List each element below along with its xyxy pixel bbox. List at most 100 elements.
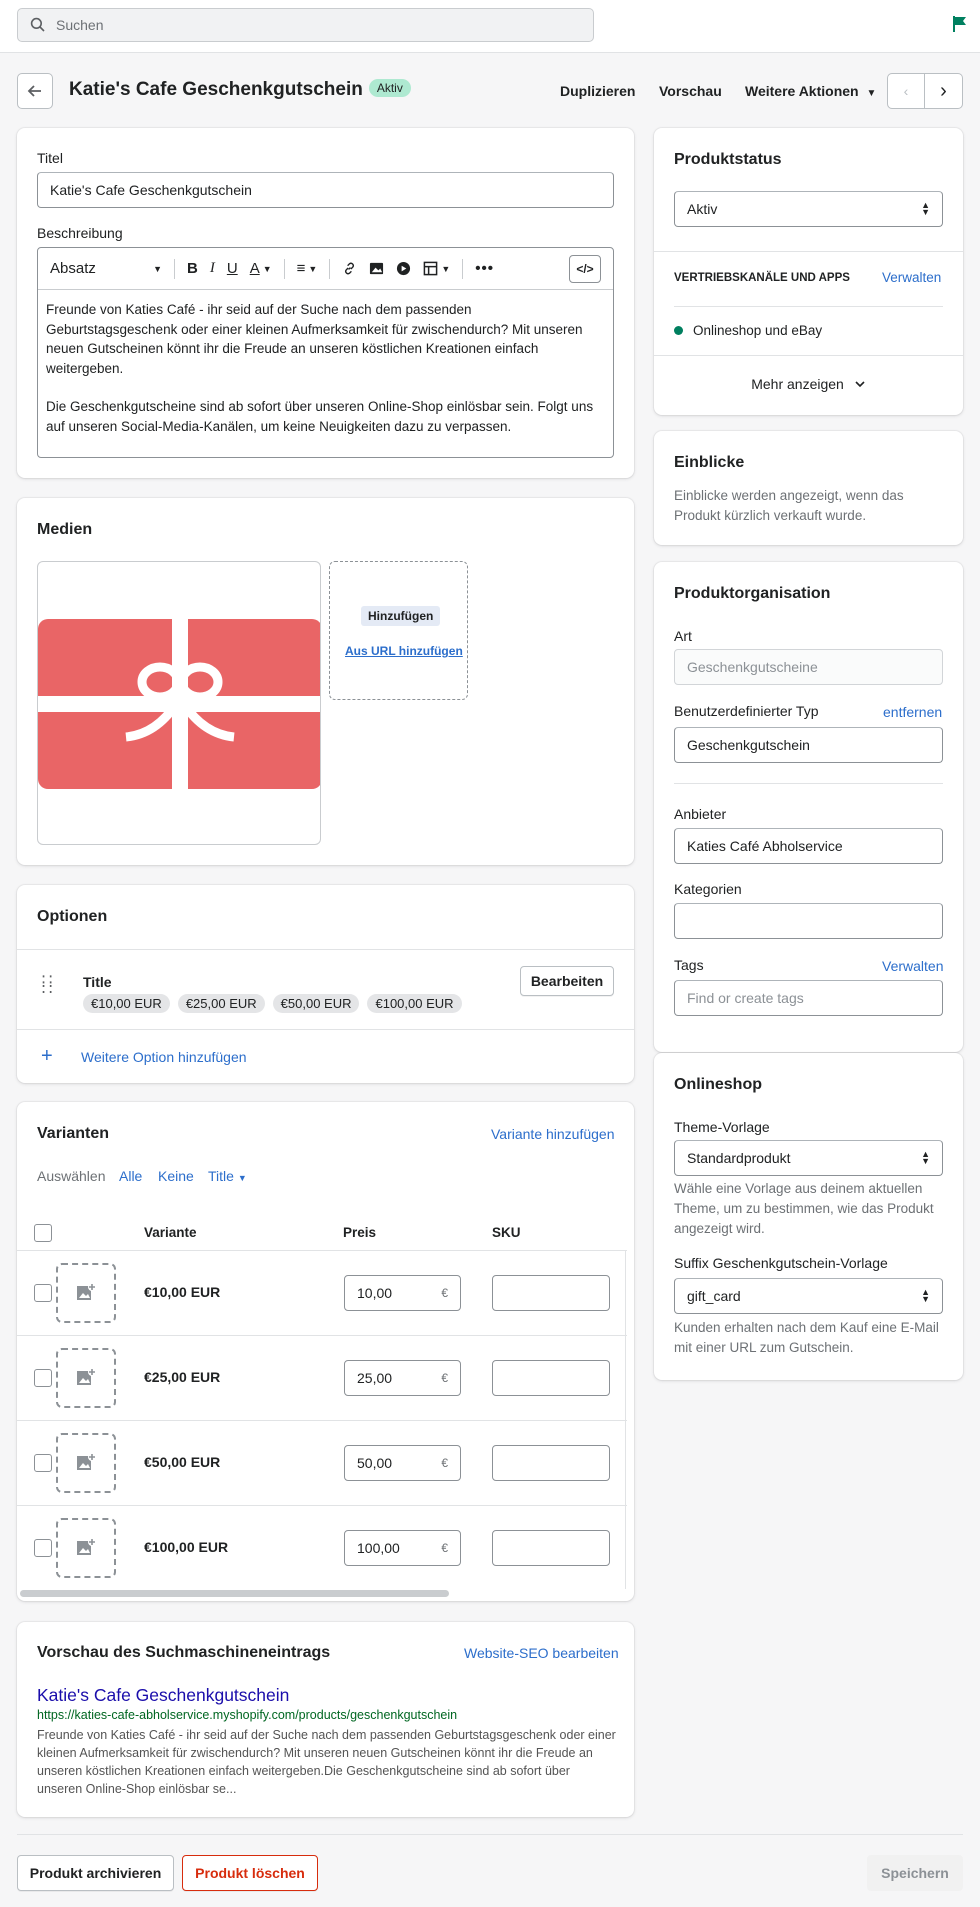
tags-input[interactable]: Find or create tags (674, 980, 943, 1016)
caret-down-icon: ▼ (866, 88, 877, 99)
add-image-icon[interactable] (56, 1433, 116, 1493)
price-value: 50,00 (357, 1455, 393, 1471)
next-product-button[interactable]: › (925, 73, 963, 109)
template-help-text: Wähle eine Vorlage aus deinem aktuellen … (674, 1181, 934, 1236)
divider (654, 251, 963, 252)
title-input[interactable]: Katie's Cafe Geschenkgutschein (37, 172, 614, 208)
add-image-icon[interactable] (56, 1348, 116, 1408)
collections-input[interactable] (674, 903, 943, 939)
price-input[interactable]: 100,00 € (344, 1530, 461, 1566)
preview-button[interactable]: Vorschau (659, 83, 722, 99)
select-by-title-dropdown[interactable]: Title ▼ (208, 1168, 247, 1184)
search-input[interactable]: Suchen (17, 8, 594, 42)
option-value-chip: €100,00 EUR (367, 994, 462, 1013)
add-image-icon[interactable] (56, 1518, 116, 1578)
page-header: Katie's Cafe Geschenkgutschein Aktiv Dupl… (17, 73, 963, 109)
price-input[interactable]: 50,00 € (344, 1445, 461, 1481)
type-input[interactable]: Geschenkgutscheine (674, 649, 943, 685)
organization-heading: Produktorganisation (674, 585, 831, 602)
edit-option-button[interactable]: Bearbeiten (520, 966, 614, 996)
add-variant-link[interactable]: Variante hinzufügen (491, 1126, 615, 1142)
bold-icon[interactable]: B (187, 260, 198, 277)
variants-card: Varianten Variante hinzufügen Auswählen … (17, 1102, 634, 1601)
add-option-link[interactable]: Weitere Option hinzufügen (81, 1049, 247, 1065)
sku-input[interactable] (492, 1275, 610, 1311)
add-image-icon[interactable] (56, 1263, 116, 1323)
custom-type-label: Benutzerdefinierter Typ (674, 703, 819, 719)
show-more-button[interactable]: Mehr anzeigen (654, 376, 963, 392)
archive-product-button[interactable]: Produkt archivieren (17, 1855, 174, 1891)
manage-channels-link[interactable]: Verwalten (882, 270, 941, 285)
online-store-card: Onlineshop Theme-Vorlage Standardprodukt… (654, 1053, 963, 1380)
manage-tags-link[interactable]: Verwalten (882, 958, 943, 974)
more-actions-button[interactable]: Weitere Aktionen ▼ (745, 83, 876, 99)
edit-seo-link[interactable]: Website-SEO bearbeiten (464, 1645, 619, 1661)
delete-product-button[interactable]: Produkt löschen (182, 1855, 318, 1891)
link-icon[interactable] (342, 261, 357, 276)
text-color-icon[interactable]: A ▼ (250, 260, 272, 277)
video-icon[interactable] (396, 261, 411, 276)
sku-input[interactable] (492, 1360, 610, 1396)
image-icon[interactable] (369, 261, 384, 276)
media-image[interactable] (37, 561, 321, 845)
back-button[interactable] (17, 73, 53, 109)
more-icon[interactable]: ••• (475, 260, 494, 277)
media-dropzone[interactable]: Hinzufügen Aus URL hinzufügen (329, 561, 468, 700)
template-label: Theme-Vorlage (674, 1119, 770, 1135)
pagination: ‹ › (887, 73, 963, 109)
online-store-heading: Onlineshop (674, 1076, 762, 1093)
flag-icon[interactable] (952, 15, 968, 33)
template-select[interactable]: Standardprodukt ▲ ▼ (674, 1140, 943, 1176)
description-paragraph: Freunde von Katies Café - ihr seid auf d… (46, 302, 583, 376)
description-text[interactable]: Freunde von Katies Café - ihr seid auf d… (38, 290, 613, 446)
row-checkbox[interactable] (34, 1369, 52, 1387)
status-select[interactable]: Aktiv ▲ ▼ (674, 191, 943, 227)
align-icon[interactable]: ≡ ▼ (297, 260, 318, 277)
toolbar-divider (283, 258, 285, 279)
save-button[interactable]: Speichern (867, 1855, 963, 1891)
toolbar-divider (462, 258, 464, 279)
select-all-checkbox[interactable] (34, 1224, 52, 1242)
vendor-input[interactable]: Katies Café Abholservice (674, 828, 943, 864)
underline-icon[interactable]: U (227, 260, 238, 277)
options-card: Optionen ⁚⁚ ⁚⁚ Title €10,00 EUR €25,00 EUR… (17, 885, 634, 1083)
custom-type-input[interactable]: Geschenkgutschein (674, 727, 943, 763)
code-view-icon[interactable]: </> (569, 254, 601, 283)
divider (674, 783, 943, 784)
divider (17, 949, 634, 950)
sku-input[interactable] (492, 1530, 610, 1566)
sku-input[interactable] (492, 1445, 610, 1481)
price-input[interactable]: 10,00 € (344, 1275, 461, 1311)
variant-name: €25,00 EUR (144, 1369, 221, 1385)
table-icon[interactable]: ▼ (423, 261, 450, 276)
title-label: Titel (37, 150, 63, 166)
previous-product-button[interactable]: ‹ (887, 73, 925, 109)
price-input[interactable]: 25,00 € (344, 1360, 461, 1396)
duplicate-button[interactable]: Duplizieren (560, 83, 635, 99)
channel-name: Onlineshop und eBay (693, 323, 823, 338)
drag-handle-icon[interactable]: ⁚⁚ ⁚⁚ (41, 975, 55, 997)
seo-url: https://katies-cafe-abholservice.myshopi… (37, 1708, 458, 1722)
row-checkbox[interactable] (34, 1284, 52, 1302)
remove-custom-type-link[interactable]: entfernen (883, 704, 942, 720)
option-value-chip: €10,00 EUR (83, 994, 170, 1013)
option-value-chip: €50,00 EUR (272, 994, 360, 1013)
column-sku: SKU (492, 1225, 521, 1240)
page-title: Katie's Cafe Geschenkgutschein Aktiv (69, 79, 411, 101)
horizontal-scrollbar[interactable] (20, 1590, 449, 1597)
suffix-select[interactable]: gift_card ▲ ▼ (674, 1278, 943, 1314)
select-all-link[interactable]: Alle (119, 1168, 142, 1184)
select-title-label: Title (208, 1168, 234, 1184)
product-organization-card: Produktorganisation Art Geschenkgutschei… (654, 562, 963, 1052)
add-from-url-link[interactable]: Aus URL hinzufügen (345, 644, 463, 658)
add-media-button[interactable]: Hinzufügen (361, 606, 441, 626)
type-label: Art (674, 628, 692, 644)
seo-description: Freunde von Katies Café - ihr seid auf d… (37, 1728, 616, 1796)
italic-icon[interactable]: I (210, 260, 215, 277)
footer-divider (17, 1834, 963, 1835)
row-checkbox[interactable] (34, 1539, 52, 1557)
select-none-link[interactable]: Keine (158, 1168, 194, 1184)
row-checkbox[interactable] (34, 1454, 52, 1472)
format-select[interactable]: Absatz ▼ (50, 260, 162, 277)
tags-label: Tags (674, 957, 704, 973)
